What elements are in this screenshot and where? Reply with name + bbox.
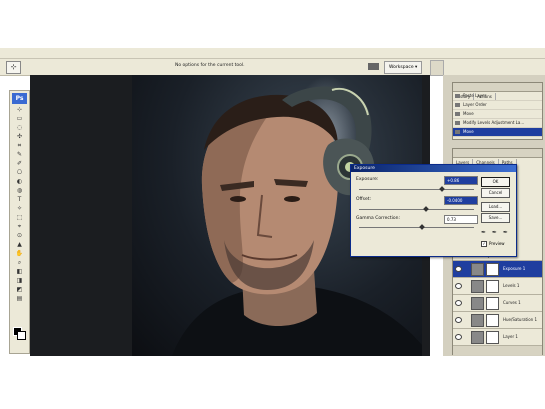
- offset-label: Offset:: [356, 197, 372, 202]
- workspace-icon[interactable]: [368, 63, 379, 70]
- history-state[interactable]: Paste Layer: [453, 92, 542, 101]
- eye-icon[interactable]: [455, 266, 462, 272]
- tool-icon-11[interactable]: T: [13, 196, 27, 204]
- layer-mask-thumbnail[interactable]: [486, 280, 499, 293]
- dialog-title: Exposure: [351, 165, 516, 172]
- tool-icon-12[interactable]: ✧: [13, 205, 27, 213]
- layer-row[interactable]: Curves 1: [453, 295, 542, 312]
- layer-row[interactable]: Layer 1: [453, 329, 542, 346]
- layer-thumbnail[interactable]: [471, 263, 484, 276]
- load-button[interactable]: Load...: [481, 202, 510, 212]
- exposure-input[interactable]: +0.86: [444, 176, 478, 185]
- save-button[interactable]: Save...: [481, 213, 510, 223]
- preview-checkbox[interactable]: ✓ Preview: [481, 241, 505, 247]
- tool-icon-19[interactable]: ◧: [13, 268, 27, 276]
- workspace-button[interactable]: Workspace ▾: [384, 61, 423, 74]
- gamma-input[interactable]: 0.73: [444, 215, 478, 224]
- exposure-label: Exposure:: [356, 177, 379, 182]
- eye-icon[interactable]: [455, 283, 462, 289]
- tool-icon-4[interactable]: ✣: [13, 133, 27, 141]
- tool-icon-10[interactable]: ◍: [13, 187, 27, 195]
- layer-name: Layer 1: [503, 334, 518, 339]
- offset-input[interactable]: -0.0400: [444, 196, 478, 205]
- history-state-label: Move: [463, 111, 474, 116]
- eyedropper-icons[interactable]: ✒ ✒ ✒: [481, 229, 510, 236]
- eye-icon[interactable]: [455, 334, 462, 340]
- history-state-label: Modify Levels Adjustment La...: [463, 120, 525, 125]
- layer-name: Curves 1: [503, 300, 521, 305]
- layer-mask-thumbnail[interactable]: [486, 263, 499, 276]
- history-state-icon: [455, 112, 460, 116]
- tool-icon-13[interactable]: ⬚: [13, 214, 27, 222]
- history-state-label: Paste Layer: [463, 93, 487, 98]
- palette-well[interactable]: [430, 60, 444, 76]
- layer-thumbnail[interactable]: [471, 297, 484, 310]
- layer-name: Levels 1: [503, 283, 520, 288]
- tool-icon-21[interactable]: ◩: [13, 286, 27, 294]
- options-hint: No options for the current tool.: [175, 63, 245, 68]
- tool-icon-18[interactable]: ⌕: [13, 259, 27, 267]
- letterbox-top: [0, 0, 545, 48]
- layer-thumbnail[interactable]: [471, 331, 484, 344]
- tool-preset-picker[interactable]: ⊹: [6, 61, 21, 74]
- gamma-slider[interactable]: [359, 227, 474, 228]
- layer-thumbnail[interactable]: [471, 280, 484, 293]
- cancel-button[interactable]: Cancel: [481, 188, 510, 198]
- tool-icon-3[interactable]: ◌: [13, 124, 27, 132]
- exposure-dialog: Exposure Exposure: +0.86 Offset: -0.0400…: [350, 164, 517, 257]
- layers-panel-buttons[interactable]: [453, 346, 542, 355]
- layer-mask-thumbnail[interactable]: [486, 314, 499, 327]
- tool-icon-6[interactable]: ✎: [13, 151, 27, 159]
- layer-mask-thumbnail[interactable]: [486, 331, 499, 344]
- offset-slider-knob[interactable]: [422, 206, 429, 212]
- tool-icon-15[interactable]: ⊙: [13, 232, 27, 240]
- exposure-slider-knob[interactable]: [438, 186, 445, 192]
- tool-icon-20[interactable]: ◨: [13, 277, 27, 285]
- tool-icon-2[interactable]: ▭: [13, 115, 27, 123]
- history-state-icon: [455, 121, 460, 125]
- layer-row[interactable]: Exposure 1: [453, 261, 542, 278]
- tool-icon-17[interactable]: ✋: [13, 250, 27, 258]
- ok-button[interactable]: OK: [481, 177, 510, 187]
- layer-row[interactable]: Hue/Saturation 1: [453, 312, 542, 329]
- tool-icon-7[interactable]: ✐: [13, 160, 27, 168]
- options-bar: ⊹ No options for the current tool. Works…: [0, 59, 545, 76]
- layer-thumbnail[interactable]: [471, 314, 484, 327]
- history-state[interactable]: Move: [453, 110, 542, 119]
- tool-icon-9[interactable]: ◐: [13, 178, 27, 186]
- history-panel: History Actions Paste Layer Layer Order Mov…: [452, 82, 543, 140]
- background-color-swatch[interactable]: [17, 331, 26, 340]
- tool-icon-14[interactable]: ⌖: [13, 223, 27, 231]
- exposure-slider[interactable]: [359, 189, 474, 190]
- tool-icon-8[interactable]: ⎔: [13, 169, 27, 177]
- offset-slider[interactable]: [359, 209, 474, 210]
- layer-name: Exposure 1: [503, 266, 526, 271]
- menu-bar: FileEditImageLayerSelectFilterAnalysisVi…: [0, 48, 545, 65]
- history-state[interactable]: Layer Order: [453, 101, 542, 110]
- eye-icon[interactable]: [455, 300, 462, 306]
- history-state-icon: [455, 94, 460, 98]
- layer-row[interactable]: Levels 1: [453, 278, 542, 295]
- history-state-label: Layer Order: [463, 102, 487, 107]
- gamma-slider-knob[interactable]: [419, 224, 426, 230]
- history-state[interactable]: Move: [453, 128, 542, 137]
- history-state-icon: [455, 103, 460, 107]
- history-state-label: Move: [463, 129, 474, 134]
- letterbox-bottom: [0, 356, 545, 409]
- eye-icon[interactable]: [455, 317, 462, 323]
- history-state-icon: [455, 130, 460, 134]
- tool-icon-5[interactable]: ⌗: [13, 142, 27, 150]
- gamma-label: Gamma Correction:: [356, 216, 400, 221]
- tool-icon-16[interactable]: ▲: [13, 241, 27, 249]
- tool-icon-22[interactable]: ▤: [13, 295, 27, 303]
- tools-panel: Ps ⊹ ▭ ◌ ✣ ⌗ ✎ ✐ ⎔ ◐ ◍ T ✧ ⬚ ⌖ ⊙ ▲ ✋ ⌕ ◧ ◨ ◩ ▤: [9, 90, 30, 354]
- preview-label: Preview: [489, 241, 505, 246]
- check-icon: ✓: [481, 241, 487, 247]
- layer-name: Hue/Saturation 1: [503, 317, 538, 322]
- layer-mask-thumbnail[interactable]: [486, 297, 499, 310]
- history-state[interactable]: Modify Levels Adjustment La...: [453, 119, 542, 128]
- tool-icon-1[interactable]: ⊹: [13, 106, 27, 114]
- photoshop-logo: Ps: [12, 93, 27, 104]
